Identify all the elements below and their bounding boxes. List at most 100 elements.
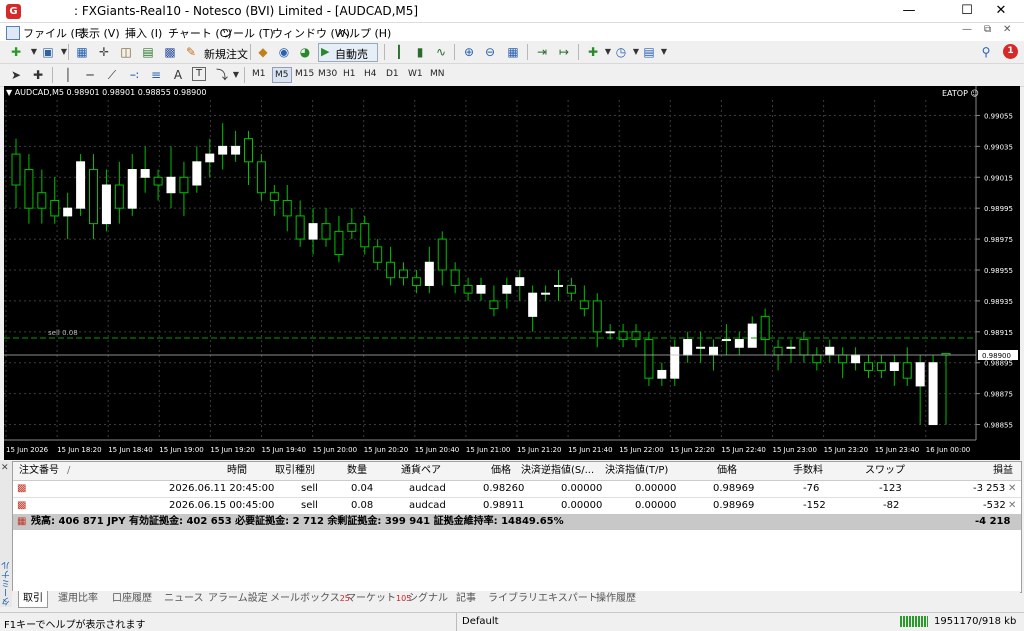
zoom-out-icon[interactable]: ⊖: [482, 44, 498, 60]
cell-tp[interactable]: 0.00000: [635, 481, 676, 497]
metaeditor-icon[interactable]: ◆: [255, 44, 271, 60]
tab-mailbox[interactable]: メールボックス25: [270, 591, 350, 607]
vps-icon[interactable]: ◕: [297, 44, 313, 60]
tab-exposure[interactable]: 運用比率: [58, 591, 98, 607]
new-chart-icon[interactable]: ✚: [8, 44, 24, 60]
text-icon[interactable]: A: [170, 67, 186, 83]
timeframe-m30[interactable]: M30: [318, 69, 337, 79]
tab-alerts[interactable]: アラーム設定: [208, 591, 268, 607]
tab-trade[interactable]: 取引: [18, 591, 48, 608]
crosshair-icon[interactable]: ✚: [30, 67, 46, 83]
community-icon[interactable]: ◉: [276, 44, 292, 60]
tab-history[interactable]: 口座履歴: [112, 591, 152, 607]
col-volume[interactable]: 数量: [347, 462, 367, 480]
navigator-icon[interactable]: ✛: [96, 44, 112, 60]
cell-sl[interactable]: 0.00000: [561, 481, 602, 497]
col-swap[interactable]: スワップ: [865, 462, 905, 480]
close-position-icon[interactable]: ✕: [1008, 498, 1016, 514]
tab-news[interactable]: ニュース: [164, 591, 204, 607]
templates-icon[interactable]: ▤: [641, 44, 657, 60]
notification-badge[interactable]: 1: [1003, 44, 1018, 59]
menu-view[interactable]: 表示 (V): [78, 25, 120, 41]
table-row[interactable]: ▩ 2026.06.15 00:45:00 sell 0.08 audcad 0…: [13, 498, 1021, 515]
col-type[interactable]: 取引種別: [275, 462, 315, 480]
text-label-icon[interactable]: T: [192, 67, 206, 81]
cell-sl[interactable]: 0.00000: [561, 498, 602, 514]
bar-chart-icon[interactable]: ┃: [391, 44, 407, 60]
indicators-icon[interactable]: ✚: [585, 44, 601, 60]
tab-experts[interactable]: エキスパート: [538, 591, 598, 607]
auto-scroll-icon[interactable]: ⇥: [534, 44, 550, 60]
timeframe-w1[interactable]: W1: [408, 69, 423, 79]
tab-library[interactable]: ライブラリ: [488, 591, 538, 607]
line-chart-icon[interactable]: ∿: [433, 44, 449, 60]
zoom-in-icon[interactable]: ⊕: [461, 44, 477, 60]
tab-articles[interactable]: 記事: [456, 591, 476, 607]
doc-icon[interactable]: [6, 26, 20, 40]
col-profit[interactable]: 損益: [993, 462, 1013, 480]
mdi-close-icon[interactable]: ✕: [1003, 24, 1011, 35]
cell-tp[interactable]: 0.00000: [635, 498, 676, 514]
new-order-icon[interactable]: ✎: [183, 44, 199, 60]
status-profile[interactable]: Default: [462, 616, 499, 627]
mdi-minimize-icon[interactable]: —: [962, 24, 972, 35]
terminal-close-icon[interactable]: ✕: [1, 463, 9, 473]
col-current-price[interactable]: 価格: [717, 462, 737, 480]
candle-body: [566, 284, 576, 294]
horizontal-line-icon[interactable]: ─: [82, 67, 98, 83]
dropdown-arrow-icon[interactable]: ▼: [56, 44, 72, 60]
strategy-tester-icon[interactable]: ▩: [162, 44, 178, 60]
equidistant-channel-icon[interactable]: ∹: [126, 67, 142, 83]
minimize-button[interactable]: —: [886, 0, 932, 22]
price-chart[interactable]: 0.99055 0.99035 0.99015 0.98995 0.98975 0.989…: [4, 86, 1020, 460]
cursor-icon[interactable]: ➤: [8, 67, 24, 83]
new-order-button[interactable]: 新規注文: [204, 46, 248, 62]
search-icon[interactable]: ⚲: [978, 44, 994, 60]
col-sl[interactable]: 決済逆指値(S/...: [521, 462, 594, 480]
timeframe-m5[interactable]: M5: [272, 67, 292, 83]
col-commission[interactable]: 手数料: [793, 462, 823, 480]
tab-market[interactable]: マーケット105: [346, 591, 411, 607]
dropdown-arrow-icon[interactable]: ▼: [228, 67, 244, 83]
menu-file[interactable]: ファイル (F): [23, 25, 85, 41]
fibonacci-icon[interactable]: ≡: [148, 67, 164, 83]
terminal-icon[interactable]: ▤: [140, 44, 156, 60]
mdi-restore-icon[interactable]: ⧉: [984, 24, 991, 35]
menu-insert[interactable]: 挿入 (I): [125, 25, 162, 41]
tab-signals[interactable]: シグナル: [408, 591, 448, 607]
timeframe-d1[interactable]: D1: [386, 69, 399, 79]
timeframe-mn[interactable]: MN: [430, 69, 445, 79]
chart-menu-icon[interactable]: ▼: [6, 88, 15, 97]
col-price[interactable]: 価格: [491, 462, 511, 480]
timeframe-h4[interactable]: H4: [364, 69, 377, 79]
candle-body: [709, 346, 718, 356]
col-tp[interactable]: 決済指値(T/P): [605, 462, 668, 480]
profiles-icon[interactable]: ▣: [40, 44, 56, 60]
chart-shift-icon[interactable]: ↦: [556, 44, 572, 60]
col-ticket[interactable]: 注文番号: [19, 462, 59, 480]
trendline-icon[interactable]: ⟋: [104, 67, 120, 83]
periods-icon[interactable]: ◷: [613, 44, 629, 60]
close-button[interactable]: ✕: [978, 0, 1024, 22]
ea-label[interactable]: EATOP ☺: [942, 89, 979, 98]
col-sort[interactable]: /: [67, 462, 70, 480]
app-icon[interactable]: G: [6, 4, 21, 19]
current-price-label: 0.98900: [982, 352, 1011, 360]
tile-windows-icon[interactable]: ▦: [505, 44, 521, 60]
timeframe-m1[interactable]: M1: [252, 69, 266, 79]
menu-tools[interactable]: ツール (T): [222, 25, 274, 41]
market-watch-icon[interactable]: ▦: [74, 44, 90, 60]
tab-journal[interactable]: 操作履歴: [596, 591, 636, 607]
timeframe-h1[interactable]: H1: [343, 69, 356, 79]
vertical-line-icon[interactable]: │: [60, 67, 76, 83]
close-position-icon[interactable]: ✕: [1008, 481, 1016, 497]
dropdown-arrow-icon[interactable]: ▼: [656, 44, 672, 60]
menu-help[interactable]: ヘルプ (H): [338, 25, 391, 41]
data-window-icon[interactable]: ◫: [118, 44, 134, 60]
col-time[interactable]: 時間: [227, 462, 247, 480]
candlestick-icon[interactable]: ▮: [412, 44, 428, 60]
auto-trading-button[interactable]: ▶ 自動売買: [318, 43, 378, 77]
col-symbol[interactable]: 通貨ペア: [401, 462, 441, 480]
timeframe-m15[interactable]: M15: [295, 69, 314, 79]
table-row[interactable]: ▩ 2026.06.11 20:45:00 sell 0.04 audcad 0…: [13, 481, 1021, 498]
